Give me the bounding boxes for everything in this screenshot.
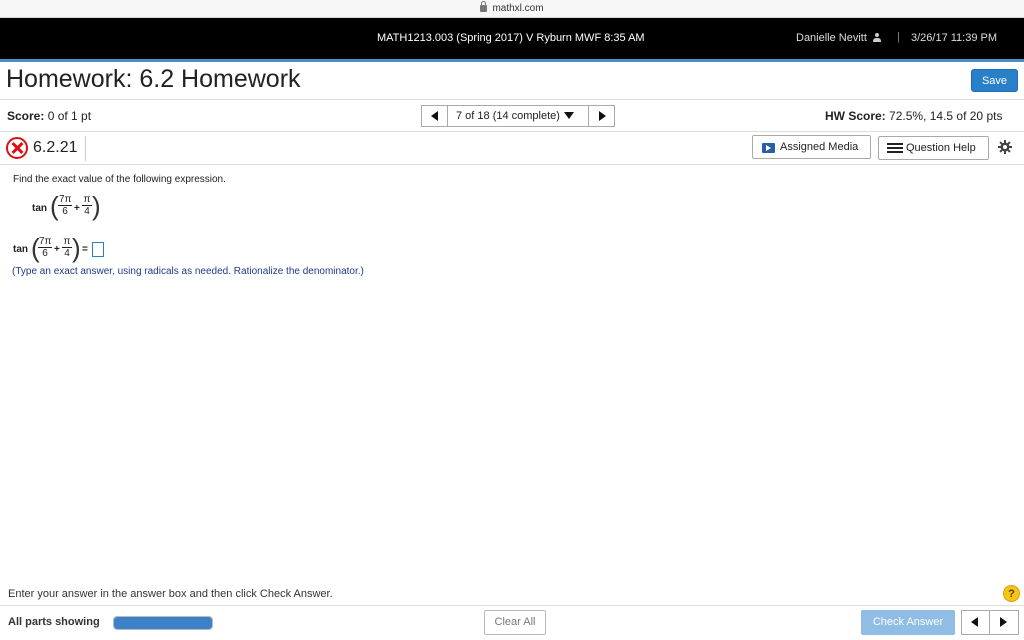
question-select[interactable]: 7 of 18 (14 complete) <box>456 110 574 122</box>
score-label: Score: <box>7 109 45 123</box>
left-arrow-icon <box>971 617 978 627</box>
top-bar: MATH1213.003 (Spring 2017) V Ryburn MWF … <box>0 18 1024 59</box>
assigned-media-label: Assigned Media <box>780 141 859 153</box>
answer-instruction: (Type an exact answer, using radicals as… <box>12 266 364 277</box>
gear-icon[interactable] <box>998 140 1012 154</box>
divider <box>85 136 86 161</box>
question-pager: 7 of 18 (14 complete) <box>421 105 615 127</box>
next-question-button[interactable] <box>990 611 1018 634</box>
header-divider <box>0 59 1024 62</box>
list-icon <box>887 143 903 154</box>
question-prompt: Find the exact value of the following ex… <box>13 174 226 185</box>
parts-progress-bar <box>113 616 213 630</box>
topbar-separator: | <box>897 31 900 43</box>
divider <box>0 605 1024 606</box>
plus-sign: + <box>54 244 60 255</box>
divider <box>0 131 1024 132</box>
hw-score-value: 72.5%, 14.5 of 20 pts <box>889 109 1003 123</box>
question-select-label: 7 of 18 (14 complete) <box>456 110 560 122</box>
page-title: Homework: 6.2 Homework <box>6 65 301 93</box>
score-value: 0 of 1 pt <box>47 109 92 123</box>
fraction: 7π 6 <box>58 194 72 217</box>
equals-sign: = <box>82 244 88 255</box>
hw-score: HW Score: 72.5%, 14.5 of 20 pts <box>825 109 1002 123</box>
datetime: 3/26/17 11:39 PM <box>911 32 998 44</box>
previous-question-button[interactable] <box>422 106 448 126</box>
help-question-icon[interactable]: ? <box>1003 585 1020 602</box>
question-help-button[interactable]: Question Help <box>878 136 989 160</box>
incorrect-x-icon <box>6 137 28 159</box>
fraction-numerator: π <box>62 236 72 248</box>
fraction-denominator: 6 <box>42 248 48 259</box>
lock-icon <box>480 1 488 12</box>
footer-hint: Enter your answer in the answer box and … <box>8 588 333 600</box>
answer-input[interactable] <box>92 242 104 257</box>
next-question-button[interactable] <box>588 106 614 126</box>
hw-score-label: HW Score: <box>825 109 886 123</box>
score: Score: 0 of 1 pt <box>7 109 91 123</box>
right-paren: ) <box>92 191 101 221</box>
parts-label: All parts showing <box>8 616 100 628</box>
clear-all-button[interactable]: Clear All <box>484 610 546 635</box>
fraction-numerator: 7π <box>58 194 72 206</box>
fraction: π4 <box>82 194 92 217</box>
check-answer-button[interactable]: Check Answer <box>861 610 955 635</box>
fraction: π4 <box>62 236 72 259</box>
assigned-media-button[interactable]: Assigned Media <box>752 135 871 159</box>
user-name-label: Danielle Nevitt <box>796 32 867 44</box>
divider <box>0 99 1024 100</box>
previous-question-button[interactable] <box>962 611 990 634</box>
course-title: MATH1213.003 (Spring 2017) V Ryburn MWF … <box>377 32 645 44</box>
right-arrow-icon <box>599 111 606 121</box>
right-paren: ) <box>72 233 81 263</box>
save-button[interactable]: Save <box>971 69 1018 92</box>
left-arrow-icon <box>431 111 438 121</box>
fraction-denominator: 4 <box>64 248 70 259</box>
fraction: 7π 6 <box>38 236 52 259</box>
user-icon <box>872 33 881 42</box>
question-number: 6.2.21 <box>33 139 78 156</box>
media-icon <box>762 143 775 153</box>
right-arrow-icon <box>1000 617 1007 627</box>
footer-pager <box>961 610 1019 635</box>
divider <box>0 164 1024 165</box>
browser-url-bar[interactable]: mathxl.com <box>0 0 1024 18</box>
question-help-label: Question Help <box>906 142 976 154</box>
url-text: mathxl.com <box>492 3 544 14</box>
fraction-numerator: π <box>82 194 92 206</box>
fraction-numerator: 7π <box>38 236 52 248</box>
plus-sign: + <box>74 203 80 214</box>
user-name[interactable]: Danielle Nevitt <box>796 32 881 44</box>
dropdown-arrow-icon <box>563 112 574 119</box>
fraction-denominator: 6 <box>62 206 68 217</box>
progress-fill <box>114 617 212 629</box>
fraction-denominator: 4 <box>84 206 90 217</box>
expression-func: tan <box>32 203 47 214</box>
answer-expression-func: tan <box>13 244 28 255</box>
